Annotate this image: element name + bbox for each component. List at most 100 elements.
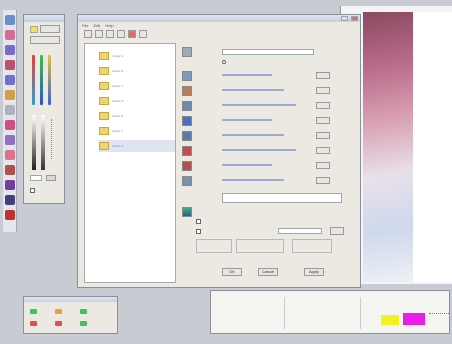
lower-button[interactable] — [330, 227, 344, 235]
led-row-2 — [30, 321, 87, 326]
toolbox — [3, 10, 17, 232]
folder-icon — [99, 67, 109, 75]
color-panel-titlebar — [24, 15, 64, 22]
option-group-3 — [292, 239, 332, 253]
menu-file[interactable]: File — [82, 23, 88, 29]
setting-row-icon — [182, 176, 192, 186]
setting-row-button[interactable] — [316, 72, 330, 79]
green-led-3 — [80, 321, 87, 326]
folder-item[interactable]: Folder C — [99, 80, 175, 92]
radio-option[interactable] — [222, 60, 226, 64]
checkbox-b[interactable] — [196, 229, 201, 234]
side-labels — [51, 119, 61, 159]
pointer-icon[interactable] — [4, 15, 15, 25]
folder-label: Folder B — [112, 69, 124, 73]
ruler-icon[interactable] — [4, 105, 15, 115]
person-icon[interactable] — [4, 165, 15, 175]
lower-icon — [182, 207, 192, 217]
marker-icon[interactable] — [4, 210, 15, 220]
led-row-1 — [30, 309, 87, 314]
minimize-button[interactable] — [341, 16, 348, 21]
folder-label: Folder C — [112, 84, 124, 88]
magenta-swatch — [403, 313, 425, 325]
setting-row-button[interactable] — [316, 147, 330, 154]
setting-row-value[interactable] — [222, 179, 284, 181]
green-slider[interactable] — [40, 55, 43, 105]
toolbar-button-1[interactable] — [84, 30, 92, 38]
folder-list: Folder A Folder B Folder C Folder D Folder E… — [85, 44, 175, 152]
panel-button[interactable] — [40, 25, 60, 33]
red-slider[interactable] — [32, 55, 35, 105]
orange-led — [55, 309, 62, 314]
setting-row-value[interactable] — [222, 104, 296, 106]
ok-button[interactable]: OK — [222, 268, 242, 276]
color-swatch[interactable] — [30, 26, 38, 33]
cancel-button[interactable]: Cancel — [258, 268, 278, 276]
setting-row-button[interactable] — [316, 132, 330, 139]
value-field[interactable] — [30, 175, 42, 181]
folder-item[interactable]: Folder D — [99, 95, 175, 107]
folder-item[interactable]: Folder A — [99, 50, 175, 62]
setting-row-icon — [182, 146, 192, 156]
zoom-icon[interactable] — [4, 30, 15, 40]
folder-label: Folder E — [112, 114, 124, 118]
name-row — [182, 47, 358, 59]
setting-row-button[interactable] — [316, 117, 330, 124]
checkbox-a[interactable] — [196, 219, 201, 224]
toolbar-button-4[interactable] — [117, 30, 125, 38]
setting-row-value[interactable] — [222, 74, 272, 76]
info-text-right — [429, 313, 449, 325]
measure-icon[interactable] — [4, 120, 15, 130]
panel-button-2[interactable] — [30, 36, 60, 44]
bucket-icon[interactable] — [4, 195, 15, 205]
folder-item[interactable]: Folder F — [99, 125, 175, 137]
folder-icon — [99, 112, 109, 120]
folder-tree[interactable]: Folder A Folder B Folder C Folder D Folder E… — [84, 43, 176, 283]
setting-row-value[interactable] — [222, 149, 296, 151]
setting-row-icon — [182, 116, 192, 126]
mini-swatch[interactable] — [46, 175, 56, 181]
setting-row-value[interactable] — [222, 119, 272, 121]
pen-icon[interactable] — [4, 60, 15, 70]
setting-row-button[interactable] — [316, 87, 330, 94]
dialog-toolbar — [84, 30, 147, 38]
lower-field[interactable] — [278, 228, 322, 234]
info-block-1 — [215, 297, 285, 329]
circle-icon[interactable] — [4, 150, 15, 160]
setting-row-value[interactable] — [222, 89, 284, 91]
setting-row-icon — [182, 86, 192, 96]
folder-item[interactable]: Folder G — [99, 140, 175, 152]
apply-button[interactable]: Apply — [304, 268, 324, 276]
setting-row-button[interactable] — [316, 177, 330, 184]
canvas-image — [363, 12, 413, 282]
gray-slider-1[interactable] — [32, 115, 36, 170]
close-button[interactable] — [351, 16, 358, 21]
gray-slider-2[interactable] — [41, 115, 45, 170]
name-input[interactable] — [222, 49, 314, 55]
eraser-icon[interactable] — [4, 75, 15, 85]
setting-row-icon — [182, 161, 192, 171]
toolbar-button-5[interactable] — [128, 30, 136, 38]
select-icon[interactable] — [4, 90, 15, 100]
setting-row-button[interactable] — [316, 162, 330, 169]
menu-help[interactable]: Help — [105, 23, 113, 29]
toolbar-button-2[interactable] — [95, 30, 103, 38]
text-icon[interactable] — [4, 135, 15, 145]
description-input[interactable] — [222, 193, 342, 203]
menu-edit[interactable]: Edit — [93, 23, 100, 29]
radio-row — [222, 60, 282, 66]
setting-row-value[interactable] — [222, 164, 272, 166]
stamp-icon[interactable] — [4, 180, 15, 190]
folder-item[interactable]: Folder E — [99, 110, 175, 122]
toolbar-button-3[interactable] — [106, 30, 114, 38]
toolbar-button-6[interactable] — [139, 30, 147, 38]
setting-row-value[interactable] — [222, 134, 284, 136]
folder-label: Folder F — [112, 129, 124, 133]
option-group-1 — [196, 239, 232, 253]
setting-row-button[interactable] — [316, 102, 330, 109]
brush-icon[interactable] — [4, 45, 15, 55]
folder-item[interactable]: Folder B — [99, 65, 175, 77]
blue-slider[interactable] — [48, 55, 51, 105]
canvas-white — [413, 12, 452, 282]
checkbox[interactable] — [30, 188, 35, 193]
